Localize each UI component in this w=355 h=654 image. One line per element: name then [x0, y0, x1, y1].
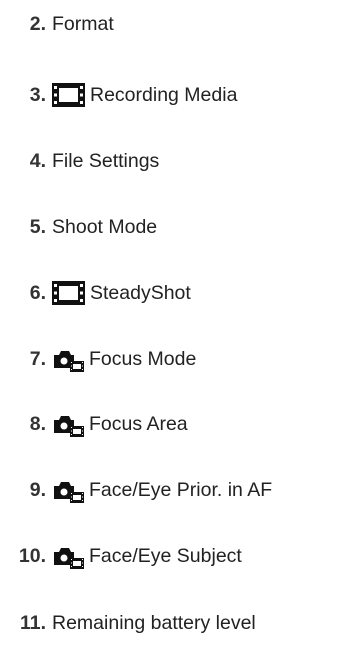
list-item: 2. Format — [0, 9, 355, 39]
item-label: Focus Mode — [89, 347, 197, 370]
item-number: 9. — [29, 478, 46, 501]
still-movie-icon — [52, 411, 84, 437]
still-movie-icon — [52, 543, 84, 569]
list-item: 9. Face/Eye Prior. in AF — [0, 475, 355, 505]
list-item: 4. File Settings — [0, 146, 355, 176]
list-item: 6. SteadyShot — [0, 278, 355, 308]
list-item: 11. Remaining battery level — [0, 608, 355, 638]
item-number: 10. — [18, 544, 46, 567]
item-label: File Settings — [52, 149, 160, 172]
still-movie-icon — [52, 477, 84, 503]
item-number: 6. — [29, 281, 46, 304]
item-label: Face/Eye Subject — [89, 544, 242, 567]
item-number: 5. — [29, 215, 46, 238]
item-label: Format — [52, 12, 114, 35]
movie-film-icon — [52, 281, 85, 305]
list-item: 5. Shoot Mode — [0, 212, 355, 242]
item-number: 3. — [29, 83, 46, 106]
list-item: 8. Focus Area — [0, 409, 355, 439]
item-number: 2. — [29, 12, 46, 35]
item-label: Recording Media — [90, 83, 238, 106]
list-item: 3. Recording Media — [0, 80, 355, 110]
movie-film-icon — [52, 83, 85, 107]
item-number: 7. — [29, 347, 46, 370]
item-label: Face/Eye Prior. in AF — [89, 478, 273, 501]
still-movie-icon — [52, 346, 84, 372]
item-label: Focus Area — [89, 412, 188, 435]
list-item: 7. Focus Mode — [0, 344, 355, 374]
item-label: SteadyShot — [90, 281, 191, 304]
item-number: 11. — [19, 611, 46, 634]
item-number: 4. — [29, 149, 46, 172]
item-label: Shoot Mode — [52, 215, 158, 238]
list-item: 10. Face/Eye Subject — [0, 541, 355, 571]
item-label: Remaining battery level — [52, 611, 256, 634]
item-number: 8. — [29, 412, 46, 435]
